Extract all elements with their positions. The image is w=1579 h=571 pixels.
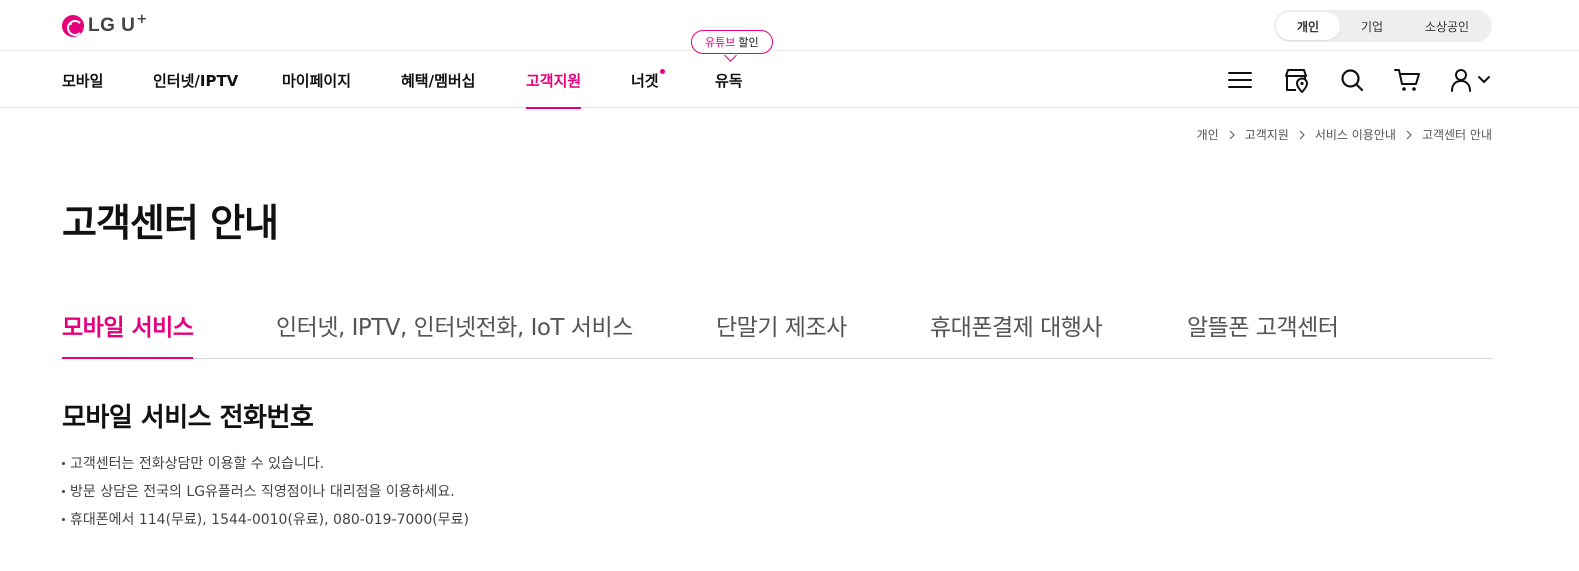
lg-logo-mark-icon — [62, 15, 84, 37]
tab-mobile-payment-agency[interactable]: 휴대폰결제 대행사 — [930, 308, 1103, 358]
breadcrumb-item-customer-support[interactable]: 고객지원 — [1245, 126, 1289, 143]
tab-internet-iptv-phone-iot[interactable]: 인터넷, IPTV, 인터넷전화, IoT 서비스 — [276, 308, 633, 358]
breadcrumb-item-service-guide[interactable]: 서비스 이용안내 — [1315, 126, 1396, 143]
customer-type-business[interactable]: 기업 — [1340, 12, 1404, 40]
search-icon[interactable] — [1338, 66, 1366, 94]
service-tabs: 모바일 서비스 인터넷, IPTV, 인터넷전화, IoT 서비스 단말기 제조… — [62, 300, 1492, 359]
breadcrumb: 개인 고객지원 서비스 이용안내 고객센터 안내 — [1197, 126, 1492, 143]
breadcrumb-item-personal[interactable]: 개인 — [1197, 126, 1219, 143]
gnb-item-customer-support[interactable]: 고객지원 — [526, 52, 582, 109]
tab-mvno-customer-center[interactable]: 알뜰폰 고객센터 — [1187, 308, 1339, 358]
chevron-right-icon — [1289, 128, 1315, 142]
gnb-item-nugget-label: 너겟 — [631, 71, 659, 90]
promo-tooltip[interactable]: 유튜브 할인 — [691, 30, 773, 54]
chevron-right-icon — [1396, 128, 1422, 142]
customer-type-switch: 개인 기업 소상공인 — [1274, 10, 1492, 42]
logo-plus: + — [136, 11, 148, 27]
promo-text: 할인 — [738, 36, 759, 49]
user-menu-button[interactable] — [1449, 66, 1493, 94]
gnb-item-internet-iptv[interactable]: 인터넷/IPTV — [153, 52, 238, 108]
breadcrumb-item-current: 고객센터 안내 — [1421, 128, 1492, 142]
customer-type-small-business[interactable]: 소상공인 — [1404, 12, 1490, 40]
gnb-item-mobile[interactable]: 모바일 — [62, 52, 103, 108]
gnb-item-nugget[interactable]: 너겟 — [631, 52, 665, 108]
info-list: 고객센터는 전화상담만 이용할 수 있습니다. 방문 상담은 전국의 LG유플러… — [62, 450, 469, 534]
page-title: 고객센터 안내 — [62, 201, 279, 245]
store-location-icon[interactable] — [1282, 66, 1310, 94]
tab-mobile-service[interactable]: 모바일 서비스 — [62, 308, 194, 359]
promo-highlight: 유튜브 — [705, 36, 736, 49]
gnb-item-benefits-membership[interactable]: 혜택/멤버십 — [401, 52, 475, 108]
section-title: 모바일 서비스 전화번호 — [62, 403, 314, 433]
gnb-item-mypage[interactable]: 마이페이지 — [282, 52, 351, 108]
tab-device-manufacturer[interactable]: 단말기 제조사 — [716, 308, 847, 358]
customer-type-personal[interactable]: 개인 — [1276, 12, 1340, 40]
lg-uplus-logo[interactable]: LG U + — [62, 11, 148, 38]
info-list-item: 휴대폰에서 114(무료), 1544-0010(유료), 080-019-70… — [62, 506, 469, 534]
user-icon — [1451, 69, 1490, 92]
info-list-item: 고객센터는 전화상담만 이용할 수 있습니다. — [62, 450, 469, 478]
logo-text: LG U — [88, 15, 136, 36]
chevron-right-icon — [1219, 128, 1245, 142]
new-dot-badge — [659, 69, 665, 74]
top-utility-bar: LG U + 개인 기업 소상공인 — [0, 0, 1579, 51]
menu-icon[interactable] — [1226, 66, 1254, 94]
cart-icon[interactable] — [1393, 66, 1421, 94]
info-list-item: 방문 상담은 전국의 LG유플러스 직영점이나 대리점을 이용하세요. — [62, 478, 469, 506]
